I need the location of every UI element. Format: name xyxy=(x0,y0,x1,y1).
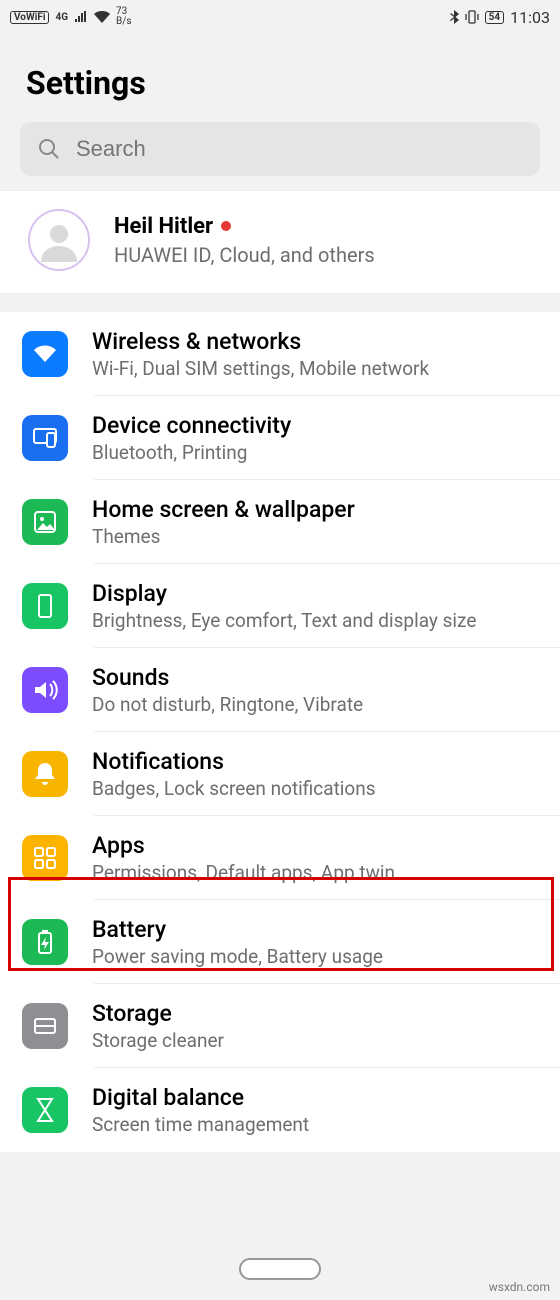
item-content: Wireless & networksWi-Fi, Dual SIM setti… xyxy=(92,328,540,380)
status-bar: VoWiFi 4G 73 B/s 54 11:03 xyxy=(0,0,560,34)
search-box[interactable] xyxy=(20,122,540,176)
account-row[interactable]: Heil Hitler HUAWEI ID, Cloud, and others xyxy=(0,190,560,294)
item-content: AppsPermissions, Default apps, App twin xyxy=(92,832,540,884)
settings-header: Settings xyxy=(0,34,560,122)
item-sub: Wi-Fi, Dual SIM settings, Mobile network xyxy=(92,357,540,380)
wifi-status-icon xyxy=(94,11,110,23)
section-gap xyxy=(0,294,560,312)
item-title: Apps xyxy=(92,832,540,859)
settings-item-home-screen-wallpaper[interactable]: Home screen & wallpaperThemes xyxy=(0,480,560,564)
settings-item-sounds[interactable]: SoundsDo not disturb, Ringtone, Vibrate xyxy=(0,648,560,732)
wallpaper-icon xyxy=(22,499,68,545)
item-content: Digital balanceScreen time management xyxy=(92,1084,540,1136)
item-title: Sounds xyxy=(92,664,540,691)
vowifi-badge: VoWiFi xyxy=(10,11,49,24)
network-type: 4G xyxy=(55,12,68,23)
item-sub: Bluetooth, Printing xyxy=(92,441,540,464)
item-title: Device connectivity xyxy=(92,412,540,439)
battery-icon xyxy=(22,919,68,965)
notifications-icon xyxy=(22,751,68,797)
storage-icon xyxy=(22,1003,68,1049)
settings-item-battery[interactable]: BatteryPower saving mode, Battery usage xyxy=(0,900,560,984)
settings-item-digital-balance[interactable]: Digital balanceScreen time management xyxy=(0,1068,560,1152)
settings-item-device-connectivity[interactable]: Device connectivityBluetooth, Printing xyxy=(0,396,560,480)
watermark: wsxdn.com xyxy=(489,1280,550,1294)
item-content: Device connectivityBluetooth, Printing xyxy=(92,412,540,464)
wifi-icon xyxy=(22,331,68,377)
bluetooth-icon xyxy=(449,10,459,24)
item-content: NotificationsBadges, Lock screen notific… xyxy=(92,748,540,800)
item-sub: Themes xyxy=(92,525,540,548)
display-icon xyxy=(22,583,68,629)
item-title: Wireless & networks xyxy=(92,328,540,355)
page-title: Settings xyxy=(26,64,534,102)
item-sub: Storage cleaner xyxy=(92,1029,540,1052)
digital-balance-icon xyxy=(22,1087,68,1133)
item-title: Storage xyxy=(92,1000,540,1027)
account-name-row: Heil Hitler xyxy=(114,214,375,239)
item-sub: Screen time management xyxy=(92,1113,540,1136)
item-title: Battery xyxy=(92,916,540,943)
search-input[interactable] xyxy=(76,136,522,162)
item-sub: Do not disturb, Ringtone, Vibrate xyxy=(92,693,540,716)
item-title: Digital balance xyxy=(92,1084,540,1111)
settings-item-display[interactable]: DisplayBrightness, Eye comfort, Text and… xyxy=(0,564,560,648)
home-nav-pill[interactable] xyxy=(239,1258,321,1280)
account-text: Heil Hitler HUAWEI ID, Cloud, and others xyxy=(114,214,375,267)
vibrate-icon xyxy=(465,10,479,24)
item-content: DisplayBrightness, Eye comfort, Text and… xyxy=(92,580,540,632)
apps-icon xyxy=(22,835,68,881)
item-title: Display xyxy=(92,580,540,607)
status-left: VoWiFi 4G 73 B/s xyxy=(10,7,132,27)
settings-item-wireless-networks[interactable]: Wireless & networksWi-Fi, Dual SIM setti… xyxy=(0,312,560,396)
item-title: Notifications xyxy=(92,748,540,775)
item-content: SoundsDo not disturb, Ringtone, Vibrate xyxy=(92,664,540,716)
battery-indicator: 54 xyxy=(485,11,504,24)
sounds-icon xyxy=(22,667,68,713)
account-name: Heil Hitler xyxy=(114,214,213,239)
data-speed: 73 B/s xyxy=(116,7,132,27)
item-sub: Brightness, Eye comfort, Text and displa… xyxy=(92,609,540,632)
item-title: Home screen & wallpaper xyxy=(92,496,540,523)
avatar xyxy=(28,209,90,271)
item-sub: Power saving mode, Battery usage xyxy=(92,945,540,968)
settings-item-storage[interactable]: StorageStorage cleaner xyxy=(0,984,560,1068)
item-content: StorageStorage cleaner xyxy=(92,1000,540,1052)
item-content: Home screen & wallpaperThemes xyxy=(92,496,540,548)
signal-icon xyxy=(74,11,88,23)
clock: 11:03 xyxy=(510,8,550,27)
settings-list: Wireless & networksWi-Fi, Dual SIM setti… xyxy=(0,312,560,1152)
device-connectivity-icon xyxy=(22,415,68,461)
settings-item-notifications[interactable]: NotificationsBadges, Lock screen notific… xyxy=(0,732,560,816)
item-content: BatteryPower saving mode, Battery usage xyxy=(92,916,540,968)
search-icon xyxy=(38,138,60,160)
account-sub: HUAWEI ID, Cloud, and others xyxy=(114,243,375,267)
status-right: 54 11:03 xyxy=(449,8,550,27)
notification-dot-icon xyxy=(221,221,231,231)
search-container xyxy=(0,122,560,190)
settings-item-apps[interactable]: AppsPermissions, Default apps, App twin xyxy=(0,816,560,900)
item-sub: Badges, Lock screen notifications xyxy=(92,777,540,800)
item-sub: Permissions, Default apps, App twin xyxy=(92,861,540,884)
